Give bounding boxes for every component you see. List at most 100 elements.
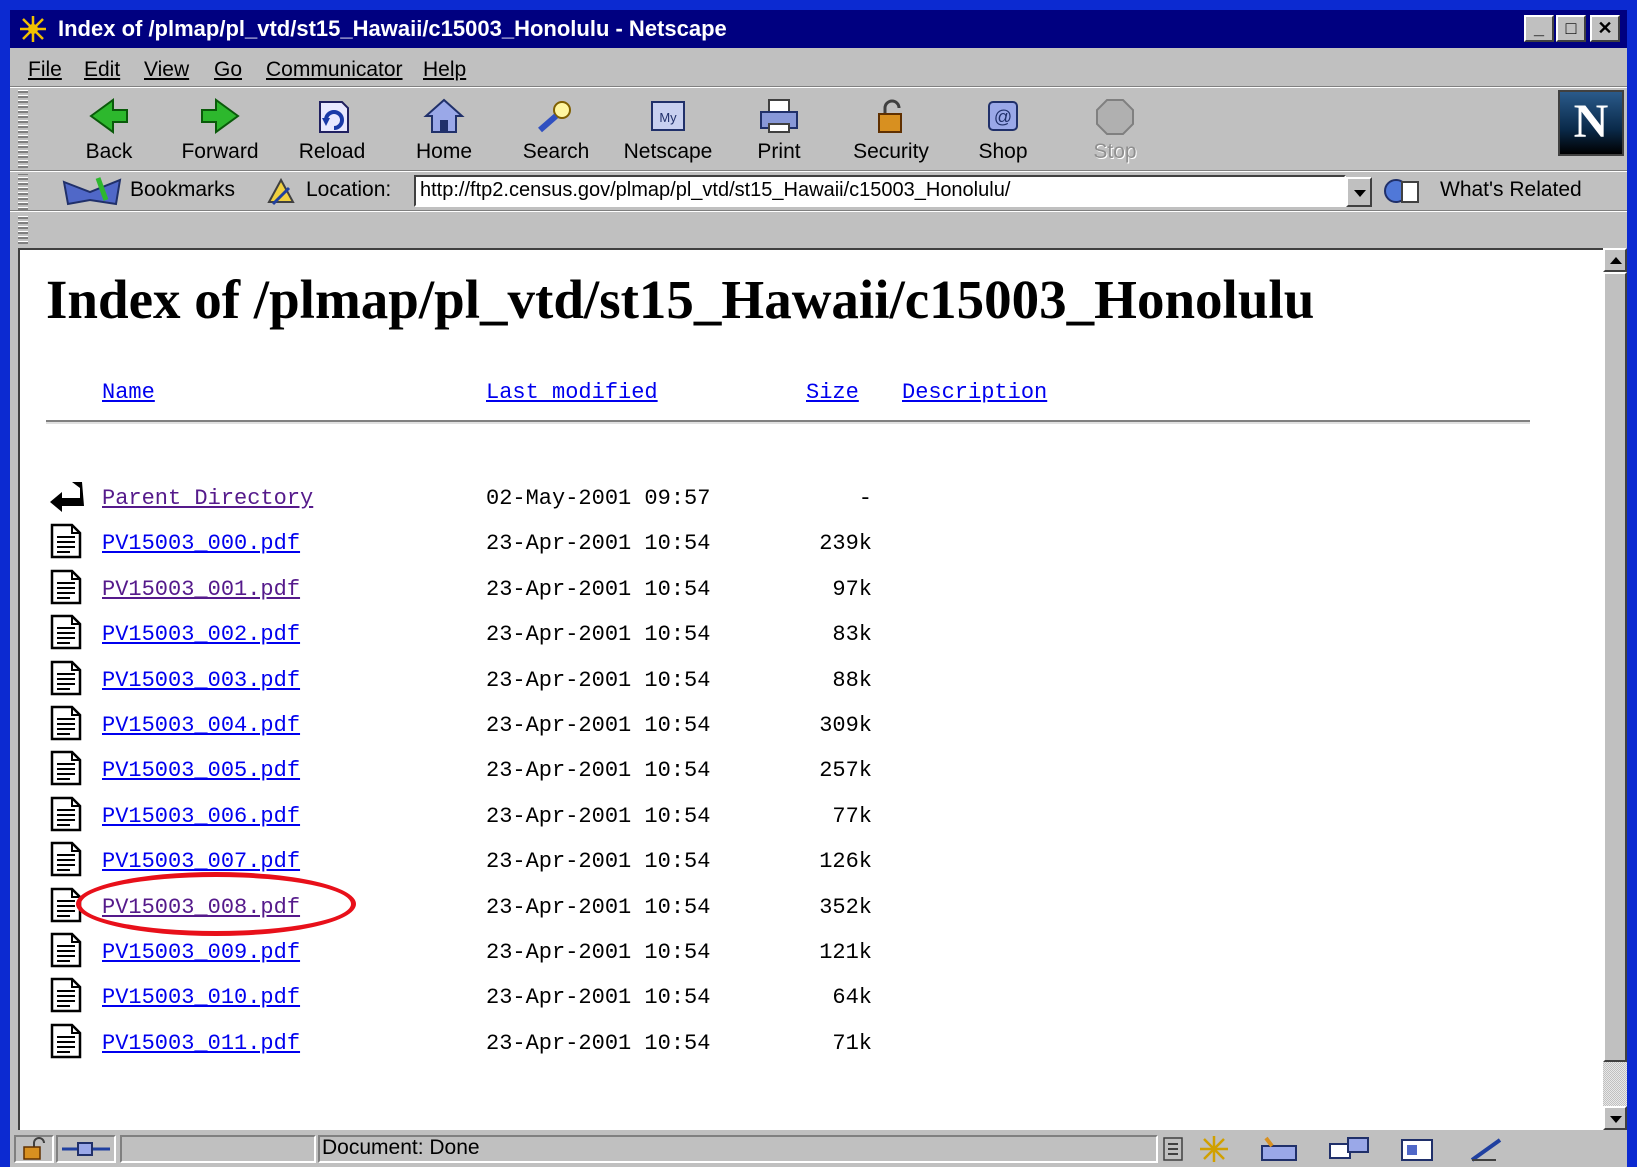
file-size: 97k [832,577,872,602]
table-row: PV15003_003.pdf 23-Apr-2001 10:54 88k [20,660,1520,712]
forward-button[interactable]: Forward [165,92,275,172]
toolbar-grip[interactable] [18,90,28,168]
netscape-button[interactable]: My Netscape [613,92,723,172]
print-button[interactable]: Print [724,92,834,172]
status-text: Document: Done [322,1136,480,1159]
file-size: 77k [832,804,872,829]
location-label: Location: [306,178,392,201]
file-link[interactable]: PV15003_009.pdf [102,940,300,965]
menu-edit[interactable]: Edit [84,58,120,82]
location-page-icon[interactable] [265,176,297,206]
file-link[interactable]: PV15003_001.pdf [102,577,300,602]
file-last-modified: 23-Apr-2001 10:54 [486,849,711,874]
document-icon[interactable] [46,658,86,698]
document-icon[interactable] [46,930,86,970]
netscape-logo[interactable]: N [1558,90,1624,156]
header-divider [46,420,1530,424]
scrollbar-thumb[interactable] [1603,272,1627,1062]
column-header-name[interactable]: Name [102,380,155,405]
vertical-scrollbar[interactable] [1603,248,1627,1130]
security-status-box[interactable] [14,1135,54,1163]
file-size: 64k [832,985,872,1010]
component-bar-icon[interactable] [1160,1136,1186,1162]
column-header-description[interactable]: Description [902,380,1047,405]
svg-text:My: My [659,110,677,125]
discussions-icon[interactable] [1326,1134,1374,1164]
personal-toolbar-grip[interactable] [18,214,28,244]
file-last-modified: 23-Apr-2001 10:54 [486,895,711,920]
stop-button[interactable]: Stop [1060,92,1170,172]
menu-help[interactable]: Help [423,58,466,82]
back-arrow-icon[interactable] [46,476,86,516]
highlight-annotation [76,872,356,936]
back-arrow-icon [89,98,128,134]
file-link[interactable]: PV15003_011.pdf [102,1031,300,1056]
file-link[interactable]: PV15003_004.pdf [102,713,300,738]
file-last-modified: 23-Apr-2001 10:54 [486,668,711,693]
location-url-input[interactable]: http://ftp2.census.gov/plmap/pl_vtd/st15… [414,175,1346,207]
document-icon[interactable] [46,612,86,652]
back-button[interactable]: Back [54,92,164,172]
bookmarks-icon[interactable] [60,174,124,208]
file-size: 71k [832,1031,872,1056]
home-button[interactable]: Home [389,92,499,172]
document-icon[interactable] [46,567,86,607]
file-last-modified: 23-Apr-2001 10:54 [486,531,711,556]
pen-icon[interactable] [1466,1134,1510,1164]
document-icon[interactable] [46,839,86,879]
menu-view[interactable]: View [144,58,189,82]
file-link[interactable]: PV15003_003.pdf [102,668,300,693]
document-icon[interactable] [46,521,86,561]
column-header-last-modified[interactable]: Last modified [486,380,658,405]
search-button[interactable]: Search [501,92,611,172]
column-header-size[interactable]: Size [806,380,859,405]
file-last-modified: 23-Apr-2001 10:54 [486,985,711,1010]
connection-status-box[interactable] [56,1135,116,1163]
file-link[interactable]: Parent Directory [102,486,313,511]
whats-related-button[interactable]: What's Related [1440,178,1582,202]
document-icon[interactable] [46,975,86,1015]
minimize-button[interactable]: _ [1524,15,1554,42]
my-netscape-icon: My [651,101,685,131]
bookmarks-button[interactable]: Bookmarks [130,178,235,202]
shop-button[interactable]: @ Shop [948,92,1058,172]
maximize-button[interactable]: □ [1556,15,1586,42]
close-button[interactable]: ✕ [1590,15,1620,42]
file-size: 352k [819,895,872,920]
location-grip[interactable] [18,174,28,210]
file-link[interactable]: PV15003_007.pdf [102,849,300,874]
menu-communicator[interactable]: Communicator [266,58,403,82]
composer-icon[interactable] [1398,1134,1438,1164]
menu-separator [10,86,1627,88]
browser-window: Index of /plmap/pl_vtd/st15_Hawaii/c1500… [10,10,1627,1167]
file-link[interactable]: PV15003_002.pdf [102,622,300,647]
file-last-modified: 23-Apr-2001 10:54 [486,622,711,647]
shop-icon: @ [988,101,1018,131]
file-link[interactable]: PV15003_005.pdf [102,758,300,783]
scroll-up-button[interactable] [1603,248,1627,272]
location-dropdown-button[interactable] [1346,177,1372,207]
file-link[interactable]: PV15003_010.pdf [102,985,300,1010]
navigator-icon[interactable] [1194,1134,1234,1164]
document-icon[interactable] [46,794,86,834]
forward-arrow-icon [201,98,240,134]
file-link[interactable]: PV15003_006.pdf [102,804,300,829]
file-size: 309k [819,713,872,738]
whats-related-icon[interactable] [1382,176,1428,206]
menu-file[interactable]: File [28,58,62,82]
file-link[interactable]: PV15003_000.pdf [102,531,300,556]
file-last-modified: 23-Apr-2001 10:54 [486,940,711,965]
menu-go[interactable]: Go [214,58,242,82]
document-icon[interactable] [46,1021,86,1061]
reload-button[interactable]: Reload [277,92,387,172]
scroll-down-button[interactable] [1603,1106,1627,1130]
document-icon[interactable] [46,748,86,788]
document-icon[interactable] [46,703,86,743]
mail-icon[interactable] [1258,1134,1306,1164]
security-button[interactable]: Security [836,92,946,172]
title-bar: Index of /plmap/pl_vtd/st15_Hawaii/c1500… [10,10,1627,48]
printer-icon [760,99,798,133]
status-bar: Document: Done [10,1132,1627,1167]
table-row: Parent Directory 02-May-2001 09:57 - [20,482,1520,530]
table-row: PV15003_009.pdf 23-Apr-2001 10:54 121k [20,932,1520,984]
